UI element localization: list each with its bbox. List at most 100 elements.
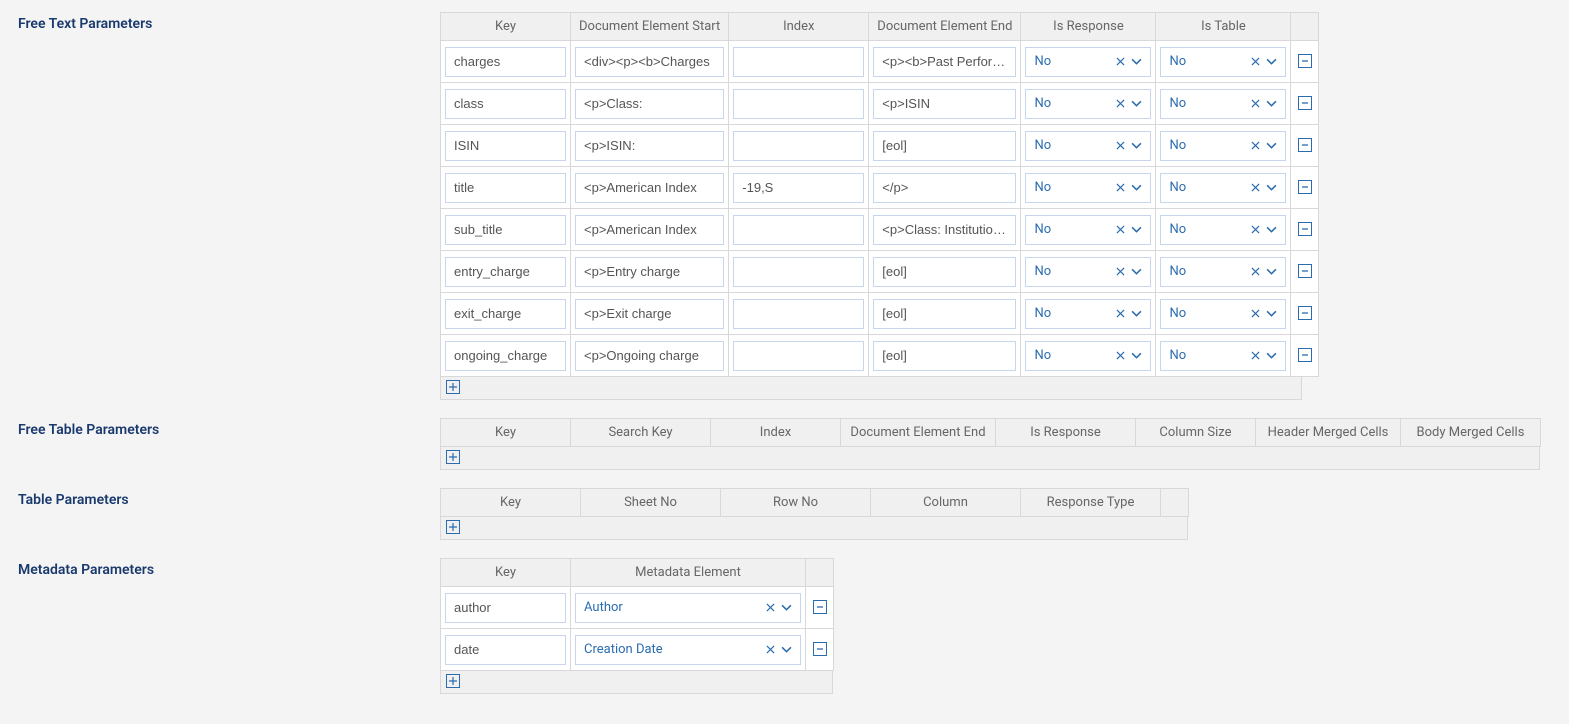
doc-start-input[interactable] (575, 215, 724, 245)
is-response-select[interactable]: No (1025, 341, 1151, 371)
doc-end-input[interactable] (873, 341, 1016, 371)
minus-icon[interactable] (1298, 96, 1312, 110)
doc-start-input[interactable] (575, 341, 724, 371)
is-table-select[interactable]: No (1160, 299, 1286, 329)
clear-icon[interactable] (1116, 57, 1125, 66)
chevron-down-icon[interactable] (1266, 184, 1277, 191)
chevron-down-icon[interactable] (1266, 142, 1277, 149)
clear-icon[interactable] (1251, 225, 1260, 234)
key-input[interactable] (445, 47, 566, 77)
clear-icon[interactable] (1116, 141, 1125, 150)
clear-icon[interactable] (1251, 99, 1260, 108)
is-response-select[interactable]: No (1025, 173, 1151, 203)
is-table-select[interactable]: No (1160, 341, 1286, 371)
index-input[interactable] (733, 341, 864, 371)
chevron-down-icon[interactable] (1266, 310, 1277, 317)
chevron-down-icon[interactable] (1266, 100, 1277, 107)
plus-icon[interactable] (446, 520, 460, 534)
minus-icon[interactable] (1298, 264, 1312, 278)
is-response-select[interactable]: No (1025, 89, 1151, 119)
chevron-down-icon[interactable] (1266, 226, 1277, 233)
clear-icon[interactable] (766, 603, 775, 612)
clear-icon[interactable] (1116, 267, 1125, 276)
doc-end-input[interactable] (873, 89, 1016, 119)
is-table-select[interactable]: No (1160, 173, 1286, 203)
key-input[interactable] (445, 635, 566, 665)
is-response-select[interactable]: No (1025, 257, 1151, 287)
plus-icon[interactable] (446, 450, 460, 464)
key-input[interactable] (445, 299, 566, 329)
minus-icon[interactable] (1298, 306, 1312, 320)
key-input[interactable] (445, 215, 566, 245)
index-input[interactable] (733, 257, 864, 287)
chevron-down-icon[interactable] (1131, 226, 1142, 233)
index-input[interactable] (733, 131, 864, 161)
minus-icon[interactable] (1298, 180, 1312, 194)
clear-icon[interactable] (1116, 99, 1125, 108)
doc-end-input[interactable] (873, 257, 1016, 287)
minus-icon[interactable] (813, 600, 827, 614)
key-input[interactable] (445, 131, 566, 161)
chevron-down-icon[interactable] (781, 646, 792, 653)
is-table-select[interactable]: No (1160, 257, 1286, 287)
chevron-down-icon[interactable] (1131, 310, 1142, 317)
doc-end-input[interactable] (873, 131, 1016, 161)
minus-icon[interactable] (1298, 222, 1312, 236)
doc-start-input[interactable] (575, 47, 724, 77)
chevron-down-icon[interactable] (1131, 184, 1142, 191)
is-table-select[interactable]: No (1160, 47, 1286, 77)
clear-icon[interactable] (1251, 267, 1260, 276)
key-input[interactable] (445, 89, 566, 119)
clear-icon[interactable] (1116, 183, 1125, 192)
doc-start-input[interactable] (575, 173, 724, 203)
chevron-down-icon[interactable] (1266, 352, 1277, 359)
chevron-down-icon[interactable] (1131, 268, 1142, 275)
minus-icon[interactable] (813, 642, 827, 656)
chevron-down-icon[interactable] (1131, 100, 1142, 107)
is-table-select[interactable]: No (1160, 215, 1286, 245)
clear-icon[interactable] (1116, 309, 1125, 318)
is-response-select[interactable]: No (1025, 47, 1151, 77)
doc-start-input[interactable] (575, 89, 724, 119)
clear-icon[interactable] (1251, 57, 1260, 66)
key-input[interactable] (445, 173, 566, 203)
index-input[interactable] (733, 215, 864, 245)
metadata-element-select[interactable]: Creation Date (575, 635, 801, 665)
is-response-select[interactable]: No (1025, 215, 1151, 245)
is-response-select[interactable]: No (1025, 131, 1151, 161)
is-response-select[interactable]: No (1025, 299, 1151, 329)
plus-icon[interactable] (446, 674, 460, 688)
is-table-select[interactable]: No (1160, 89, 1286, 119)
clear-icon[interactable] (1251, 183, 1260, 192)
chevron-down-icon[interactable] (781, 604, 792, 611)
minus-icon[interactable] (1298, 348, 1312, 362)
doc-end-input[interactable] (873, 47, 1016, 77)
chevron-down-icon[interactable] (1266, 268, 1277, 275)
doc-start-input[interactable] (575, 257, 724, 287)
index-input[interactable] (733, 47, 864, 77)
doc-end-input[interactable] (873, 215, 1016, 245)
minus-icon[interactable] (1298, 54, 1312, 68)
index-input[interactable] (733, 89, 864, 119)
index-input[interactable] (733, 299, 864, 329)
is-table-select[interactable]: No (1160, 131, 1286, 161)
clear-icon[interactable] (1251, 309, 1260, 318)
chevron-down-icon[interactable] (1131, 352, 1142, 359)
clear-icon[interactable] (1116, 225, 1125, 234)
key-input[interactable] (445, 257, 566, 287)
clear-icon[interactable] (1251, 351, 1260, 360)
doc-end-input[interactable] (873, 299, 1016, 329)
metadata-element-select[interactable]: Author (575, 593, 801, 623)
chevron-down-icon[interactable] (1131, 58, 1142, 65)
doc-start-input[interactable] (575, 131, 724, 161)
doc-end-input[interactable] (873, 173, 1016, 203)
chevron-down-icon[interactable] (1131, 142, 1142, 149)
key-input[interactable] (445, 341, 566, 371)
clear-icon[interactable] (1116, 351, 1125, 360)
clear-icon[interactable] (766, 645, 775, 654)
index-input[interactable] (733, 173, 864, 203)
chevron-down-icon[interactable] (1266, 58, 1277, 65)
minus-icon[interactable] (1298, 138, 1312, 152)
doc-start-input[interactable] (575, 299, 724, 329)
clear-icon[interactable] (1251, 141, 1260, 150)
